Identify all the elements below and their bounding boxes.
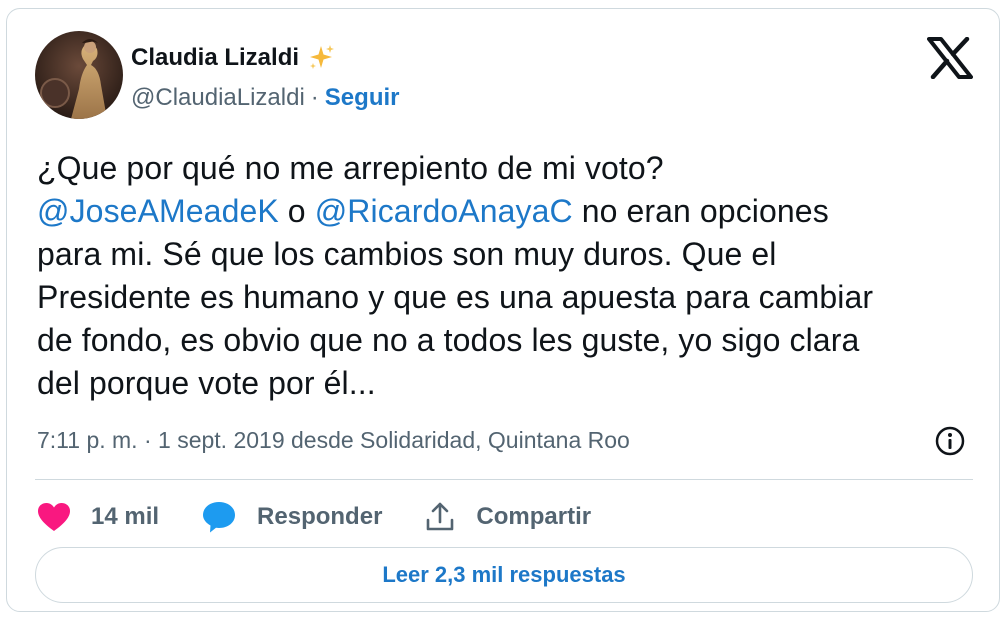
tweet-connector: o: [278, 193, 315, 229]
share-label: Compartir: [476, 503, 592, 530]
separator-dot: ·: [310, 84, 319, 111]
tweet-line: para mi. Sé que los cambios son muy duro…: [37, 236, 777, 272]
like-count: 14 mil: [91, 503, 160, 530]
share-icon: [427, 502, 454, 531]
like-button[interactable]: 14 mil: [37, 502, 159, 532]
tweet-line: @JoseAMeadeK o @RicardoAnayaC no eran op…: [37, 190, 987, 233]
share-button[interactable]: Compartir: [424, 501, 591, 533]
read-replies-button[interactable]: Leer 2,3 mil respuestas: [35, 547, 973, 603]
heart-icon: [38, 503, 70, 531]
author-name-row: Claudia Lizaldi: [131, 41, 337, 75]
tweet-line: Presidente es humano y que es una apuest…: [37, 279, 874, 315]
info-icon[interactable]: [934, 425, 966, 457]
avatar[interactable]: [35, 31, 123, 119]
tweet-text: ¿Que por qué no me arrepiento de mi voto…: [37, 147, 987, 405]
tweet-line: de fondo, es obvio que no a todos les gu…: [37, 322, 860, 358]
reply-bubble-icon: [203, 502, 236, 533]
action-bar: 14 mil Responder Compartir: [37, 493, 633, 541]
author-handle-row: @ClaudiaLizaldi · Seguir: [131, 81, 399, 115]
tweet-card: Claudia Lizaldi @ClaudiaLizaldi · Seguir…: [6, 8, 1000, 612]
mention-link[interactable]: @JoseAMeadeK: [37, 193, 279, 229]
divider: [35, 479, 973, 480]
reply-label: Responder: [257, 503, 383, 530]
tweet-line-rest: no eran opciones: [572, 193, 829, 229]
tweet-line: del porque vote por él...: [37, 365, 376, 401]
tweet-timestamp[interactable]: 7:11 p. m. · 1 sept. 2019 desde Solidari…: [37, 423, 630, 457]
sparkles-icon: [307, 43, 337, 73]
follow-button[interactable]: Seguir: [325, 84, 400, 112]
mention-link[interactable]: @RicardoAnayaC: [315, 193, 573, 229]
reply-button[interactable]: Responder: [201, 500, 382, 534]
author-handle[interactable]: @ClaudiaLizaldi: [131, 84, 305, 112]
tweet-line: ¿Que por qué no me arrepiento de mi voto…: [37, 150, 664, 186]
x-logo-icon[interactable]: [927, 36, 973, 80]
author-display-name[interactable]: Claudia Lizaldi: [131, 44, 299, 72]
